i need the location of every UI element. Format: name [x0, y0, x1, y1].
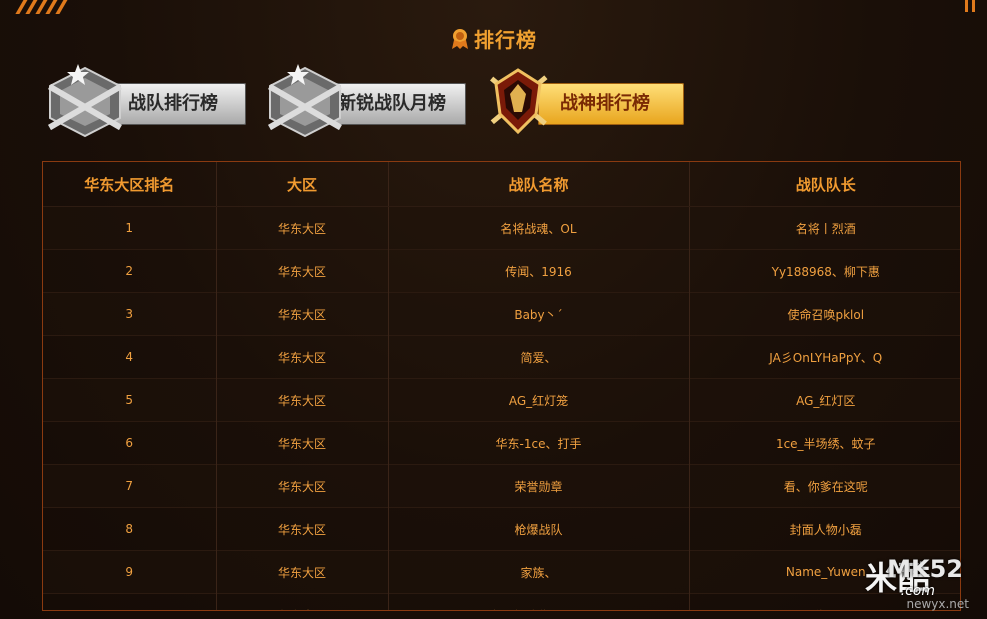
table-row: 3 华东大区 Baby丶ˊ 使命召唤pklol — [43, 292, 960, 336]
table-row: 5 华东大区 AG_红灯笼 AG_红灯区 — [43, 378, 960, 422]
site-watermark: 米酷 MK52 .com newyx.net — [809, 553, 979, 613]
column-header-region: 大区 — [216, 162, 389, 207]
watermark-mk: MK52 — [887, 555, 963, 583]
rank-cell: 2 — [43, 249, 217, 293]
region-cell: 华东大区 — [216, 378, 389, 422]
rank-cell: 3 — [43, 292, 217, 336]
team-name-cell: 华东-1ce、打手 — [388, 421, 690, 465]
table-header-row: 华东大区排名 大区 战队名称 战队队长 — [43, 162, 960, 207]
captain-cell: 看、你爹在这呢 — [689, 464, 960, 508]
captain-cell: 1ce_半场绣、蚊子 — [689, 421, 960, 465]
region-cell: 华东大区 — [216, 421, 389, 465]
crossed-rifles-icon — [40, 64, 130, 144]
table-row: 2 华东大区 传闻、1916 Yy188968、柳下惠 — [43, 249, 960, 293]
captain-cell: 名将丨烈酒 — [689, 206, 960, 250]
decor-corner — [965, 0, 979, 12]
captain-cell: AG_红灯区 — [689, 378, 960, 422]
captain-cell: 使命召唤pklol — [689, 292, 960, 336]
medal-icon — [450, 28, 470, 55]
page-title-text: 排行榜 — [474, 28, 537, 52]
team-name-cell: 简爱、 — [388, 335, 690, 379]
captain-cell: JA彡OnLYHaPpY、Q — [689, 335, 960, 379]
region-cell: 华东大区 — [216, 249, 389, 293]
team-name-cell: 枪爆战队 — [388, 507, 690, 551]
watermark-url: newyx.net — [906, 597, 969, 611]
tab-team-ranking[interactable]: 战队排行榜 — [40, 64, 250, 140]
team-name-cell: 包子馒头你要哪个 — [388, 593, 690, 610]
team-name-cell: AG_红灯笼 — [388, 378, 690, 422]
rank-cell: 7 — [43, 464, 217, 508]
rank-cell: 5 — [43, 378, 217, 422]
team-name-cell: 传闻、1916 — [388, 249, 690, 293]
region-cell: 华东大区 — [216, 464, 389, 508]
rank-cell: 1 — [43, 206, 217, 250]
team-name-cell: 荣誉勋章 — [388, 464, 690, 508]
crossed-rifles-icon — [260, 64, 350, 144]
table-row: 8 华东大区 枪爆战队 封面人物小磊 — [43, 507, 960, 551]
decor-stripes — [15, 0, 70, 14]
rank-cell: 9 — [43, 550, 217, 594]
column-header-captain: 战队队长 — [689, 162, 960, 207]
rank-cell: 6 — [43, 421, 217, 465]
page-title: 排行榜 — [0, 24, 987, 55]
region-cell: 华东大区 — [216, 292, 389, 336]
page-frame: 排行榜 战队排行榜 新锐战队月榜 战神排行榜 华东大区排名 大区 战队名称 战队… — [0, 0, 987, 619]
team-name-cell: Baby丶ˊ — [388, 292, 690, 336]
rank-cell: 4 — [43, 335, 217, 379]
region-cell: 华东大区 — [216, 550, 389, 594]
column-header-rank: 华东大区排名 — [43, 162, 217, 207]
table-row: 4 华东大区 简爱、 JA彡OnLYHaPpY、Q — [43, 335, 960, 379]
column-header-team-name: 战队名称 — [388, 162, 690, 207]
rank-cell: 10 — [43, 593, 217, 610]
region-cell: 华东大区 — [216, 593, 389, 610]
tab-war-god-ranking[interactable]: 战神排行榜 — [478, 64, 688, 140]
team-name-cell: 家族、 — [388, 550, 690, 594]
table-row: 7 华东大区 荣誉勋章 看、你爹在这呢 — [43, 464, 960, 508]
region-cell: 华东大区 — [216, 507, 389, 551]
table-row: 1 华东大区 名将战魂、OL 名将丨烈酒 — [43, 206, 960, 250]
tab-new-team-monthly[interactable]: 新锐战队月榜 — [260, 64, 470, 140]
region-cell: 华东大区 — [216, 206, 389, 250]
spartan-helmet-icon — [478, 64, 558, 144]
team-name-cell: 名将战魂、OL — [388, 206, 690, 250]
captain-cell: Yy188968、柳下惠 — [689, 249, 960, 293]
rank-cell: 8 — [43, 507, 217, 551]
captain-cell: 封面人物小磊 — [689, 507, 960, 551]
ranking-table: 华东大区排名 大区 战队名称 战队队长 1 华东大区 名将战魂、OL 名将丨烈酒 2华… — [42, 161, 961, 611]
table-row: 6 华东大区 华东-1ce、打手 1ce_半场绣、蚊子 — [43, 421, 960, 465]
region-cell: 华东大区 — [216, 335, 389, 379]
